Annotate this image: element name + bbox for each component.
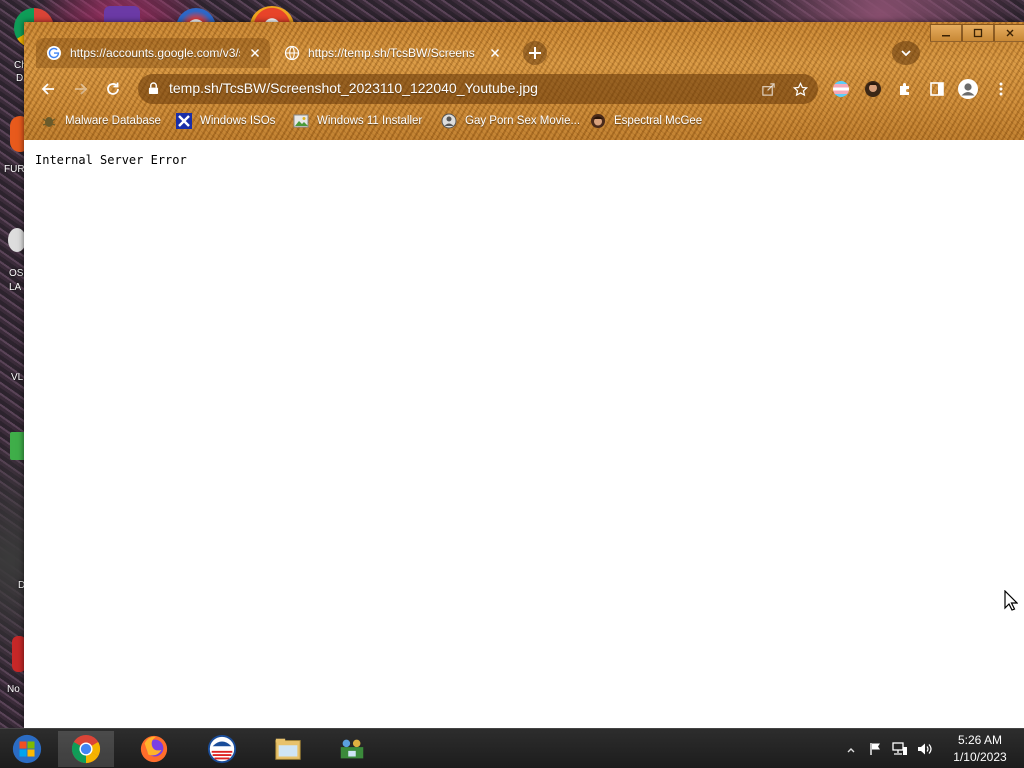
reload-button[interactable] [101, 77, 125, 101]
profile-extension-button[interactable] [862, 78, 884, 100]
browser-window: https://accounts.google.com/v3/s https:/… [24, 22, 1024, 728]
bookmark-espectral-mcgee[interactable]: Espectral McGee [590, 110, 702, 132]
bookmark-label: Malware Database [65, 115, 161, 127]
start-button[interactable] [0, 731, 54, 767]
minimize-icon [942, 35, 950, 37]
close-tab-button[interactable] [248, 46, 262, 60]
maximize-button[interactable] [962, 24, 994, 42]
obama-logo-icon [207, 734, 237, 764]
bookmark-label: Gay Porn Sex Movie... [465, 115, 581, 127]
url-text[interactable]: temp.sh/TcsBW/Screenshot_2023110_122040_… [169, 80, 538, 96]
clock-date: 1/10/2023 [953, 750, 1007, 764]
file-explorer-icon [275, 738, 301, 760]
side-panel-button[interactable] [926, 78, 948, 100]
chevron-up-icon[interactable] [846, 745, 856, 755]
close-tab-button[interactable] [488, 46, 502, 60]
restore-icon [973, 28, 983, 38]
globe-icon [284, 45, 300, 61]
chrome-icon [71, 734, 101, 764]
network-icon[interactable] [892, 742, 908, 756]
error-message: Internal Server Error [35, 153, 187, 167]
lock-icon[interactable] [148, 82, 159, 95]
bookmark-label: Espectral McGee [614, 115, 703, 127]
star-icon [792, 81, 808, 96]
desktop-label: OS [9, 268, 24, 279]
chevron-down-icon [901, 50, 911, 57]
puzzle-icon [900, 83, 909, 95]
bookmark-windows-isos[interactable]: Windows ISOs [176, 110, 275, 132]
trans-flag-extension-button[interactable] [830, 78, 852, 100]
trans-flag-icon [833, 81, 849, 97]
share-button[interactable] [760, 81, 776, 97]
mouse-cursor-icon [1004, 590, 1018, 611]
close-icon [250, 48, 260, 58]
reload-icon [107, 82, 119, 95]
desktop-label: No [7, 684, 20, 695]
share-icon [761, 82, 775, 96]
forward-button[interactable] [69, 77, 93, 101]
bookmark-star-button[interactable] [792, 81, 808, 97]
desktop-label: FUR [4, 164, 25, 175]
google-g-icon [47, 46, 61, 60]
taskbar-network-app[interactable] [324, 731, 380, 767]
close-window-button[interactable] [994, 24, 1024, 42]
back-button[interactable] [36, 77, 60, 101]
bookmark-label: Windows ISOs [200, 115, 276, 127]
bookmark-windows-11-installer[interactable]: Windows 11 Installer [293, 110, 422, 132]
kebab-menu-icon [999, 82, 1003, 96]
image-icon [293, 114, 309, 128]
address-bar[interactable]: temp.sh/TcsBW/Screenshot_2023110_122040_… [138, 74, 818, 104]
volume-icon[interactable] [917, 742, 933, 756]
side-panel-icon [930, 82, 944, 96]
system-tray [840, 729, 940, 768]
tab-title: https://temp.sh/TcsBW/Screens [308, 46, 475, 60]
taskbar-file-explorer[interactable] [260, 731, 316, 767]
network-users-icon [340, 739, 364, 759]
menu-button[interactable] [990, 78, 1012, 100]
close-icon [1006, 29, 1014, 37]
arrow-left-icon [41, 83, 54, 95]
tab-temp-sh[interactable]: https://temp.sh/TcsBW/Screens [274, 38, 508, 68]
taskbar-chrome[interactable] [58, 731, 114, 767]
minimize-button[interactable] [930, 24, 962, 42]
tab-title: https://accounts.google.com/v3/s [70, 46, 240, 60]
start-orb-icon [12, 734, 42, 764]
arrow-right-icon [75, 83, 88, 95]
taskbar-firefox[interactable] [126, 731, 182, 767]
tab-google-accounts[interactable]: https://accounts.google.com/v3/s [36, 38, 270, 68]
close-icon [490, 48, 500, 58]
taskbar-obama-app[interactable] [194, 731, 250, 767]
clock[interactable]: 5:26 AM 1/10/2023 [940, 732, 1020, 766]
desktop-label: D [16, 73, 24, 84]
avatar-icon [591, 114, 605, 128]
new-tab-button[interactable] [523, 41, 547, 65]
bookmark-malware-database[interactable]: Malware Database [41, 110, 161, 132]
taskbar: 5:26 AM 1/10/2023 [0, 728, 1024, 768]
x-logo-icon [176, 113, 192, 129]
bookmark-site[interactable]: Gay Porn Sex Movie... [441, 110, 580, 132]
bookmark-label: Windows 11 Installer [317, 115, 423, 127]
tab-search-button[interactable] [892, 41, 920, 65]
account-circle-icon [958, 79, 978, 99]
bug-icon [42, 117, 56, 127]
plus-icon [529, 47, 541, 59]
browser-frame: https://accounts.google.com/v3/s https:/… [24, 22, 1024, 140]
desktop-label: VL [11, 372, 24, 383]
clock-time: 5:26 AM [957, 733, 1003, 747]
flag-icon[interactable] [869, 742, 883, 756]
desktop-label: LA [9, 282, 22, 293]
page-content: Internal Server Error [24, 140, 1024, 728]
site-icon [441, 113, 457, 129]
extensions-button[interactable] [894, 78, 916, 100]
profile-button[interactable] [957, 78, 979, 100]
firefox-icon [140, 735, 168, 763]
avatar-icon [865, 81, 881, 97]
